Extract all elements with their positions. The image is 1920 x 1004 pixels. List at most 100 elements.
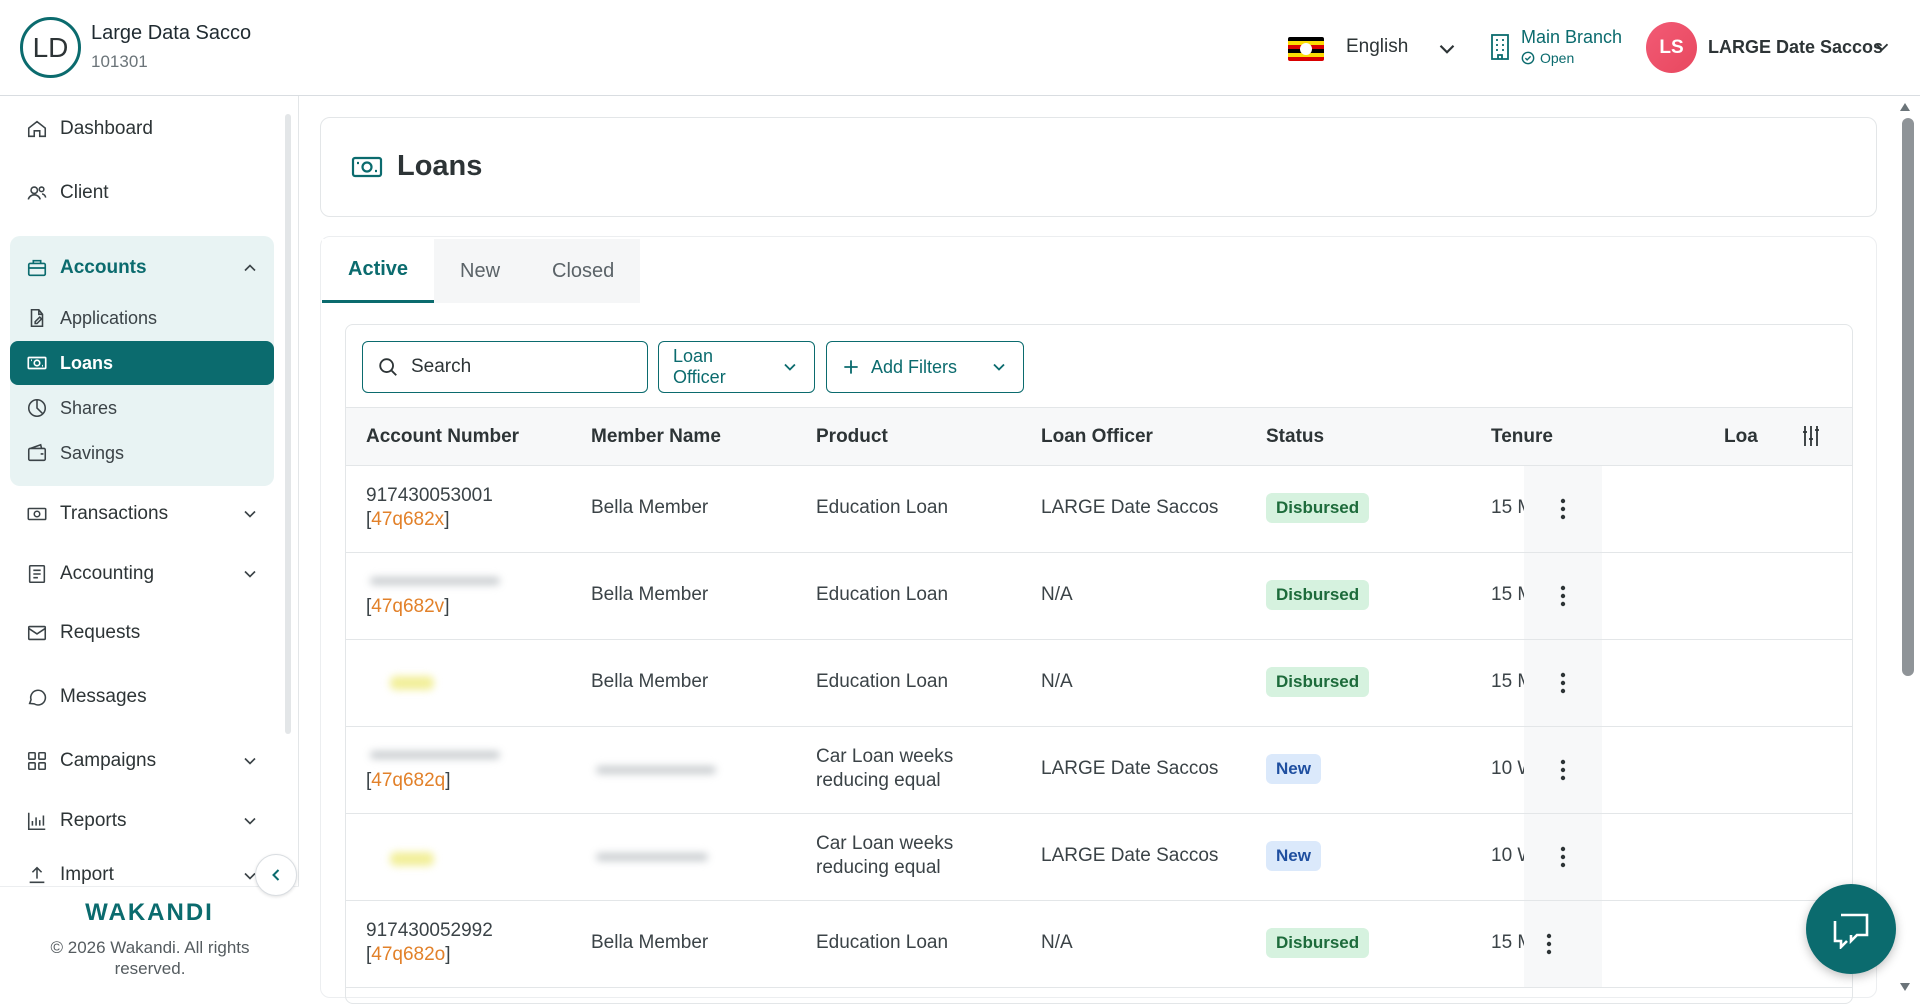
- chevron-down-icon[interactable]: [240, 751, 260, 771]
- sidebar-item-transactions[interactable]: Transactions: [10, 492, 274, 536]
- loans-table: Loan Officer Add Filters Account Number …: [345, 324, 1853, 1004]
- sidebar-item-savings[interactable]: Savings: [10, 431, 274, 475]
- chat-support-button[interactable]: [1806, 884, 1896, 974]
- uganda-flag-icon[interactable]: [1288, 37, 1324, 61]
- org-avatar[interactable]: LD: [20, 17, 81, 78]
- sidebar-item-dashboard[interactable]: Dashboard: [10, 107, 274, 151]
- status-badge: New: [1266, 754, 1321, 784]
- language-selector[interactable]: English: [1346, 36, 1408, 58]
- page-scrollbar-thumb[interactable]: [1902, 118, 1914, 676]
- row-actions-button[interactable]: [1524, 814, 1602, 900]
- loan-officer: N/A: [1041, 584, 1073, 605]
- row-actions-button[interactable]: [1524, 640, 1602, 726]
- sidebar-sub-label: Savings: [60, 442, 125, 463]
- chevron-down-icon[interactable]: [240, 504, 260, 524]
- redacted-account-number: [370, 577, 500, 585]
- redacted-account-ref: [390, 676, 434, 690]
- tab-new[interactable]: New: [434, 239, 527, 303]
- sidebar-item-import[interactable]: Import: [10, 856, 274, 886]
- chat-bubbles-icon: [1833, 913, 1869, 949]
- sidebar-item-label: Campaigns: [60, 750, 157, 771]
- top-bar: LD Large Data Sacco 101301 English Main …: [0, 0, 1920, 96]
- account-ref[interactable]: [47q682x]: [366, 508, 449, 532]
- column-header-product[interactable]: Product: [816, 426, 888, 448]
- sidebar-scrollbar[interactable]: [285, 114, 291, 734]
- redacted-member-name: [596, 853, 708, 861]
- sidebar-item-shares[interactable]: Shares: [10, 386, 274, 430]
- more-vertical-icon: [1560, 846, 1566, 868]
- more-vertical-icon: [1560, 585, 1566, 607]
- table-row[interactable]: Bella Member Education Loan N/A Disburse…: [346, 640, 1852, 727]
- sidebar-item-client[interactable]: Client: [10, 171, 274, 215]
- column-settings-icon[interactable]: [1800, 424, 1822, 448]
- file-edit-icon: [30, 308, 44, 328]
- chevron-down-icon: [784, 363, 796, 371]
- briefcase-icon: [27, 259, 47, 277]
- product: Education Loan: [816, 671, 949, 692]
- chevron-down-icon[interactable]: [240, 811, 260, 831]
- product-line-2: reducing equal: [816, 770, 941, 791]
- column-header-member-name[interactable]: Member Name: [591, 426, 721, 448]
- sidebar-item-label: Requests: [60, 622, 141, 643]
- chevron-down-icon[interactable]: [240, 564, 260, 584]
- column-header-status[interactable]: Status: [1266, 426, 1324, 448]
- account-ref-link[interactable]: 47q682o: [371, 944, 445, 965]
- loans-content-card: Active New Closed Loan Officer Add Filte…: [320, 236, 1877, 1004]
- account-ref-link[interactable]: 47q682v: [371, 596, 444, 617]
- table-row[interactable]: 917430053001 [47q682x] Bella Member Educ…: [346, 466, 1852, 553]
- chevron-up-icon[interactable]: [240, 258, 260, 278]
- user-name[interactable]: LARGE Date Saccos: [1708, 37, 1883, 58]
- collapse-sidebar-button[interactable]: [255, 854, 297, 896]
- scroll-up-icon[interactable]: [1899, 102, 1911, 112]
- table-row[interactable]: [47q682v] Bella Member Education Loan N/…: [346, 553, 1852, 640]
- chat-icon: [28, 689, 47, 706]
- chevron-down-icon[interactable]: [1434, 36, 1460, 62]
- column-header-tenure[interactable]: Tenure: [1491, 426, 1553, 448]
- status-badge: New: [1266, 841, 1321, 871]
- account-ref[interactable]: [47q682o]: [366, 943, 451, 967]
- account-ref[interactable]: [47q682v]: [366, 595, 449, 619]
- product: Car Loan weeks: [816, 833, 954, 854]
- branch-name[interactable]: Main Branch: [1521, 27, 1622, 48]
- home-icon: [27, 120, 47, 138]
- sidebar-item-reports[interactable]: Reports: [10, 799, 274, 843]
- building-icon: [1491, 34, 1509, 60]
- table-row[interactable]: 917430052992 [47q682o] Bella Member Educ…: [346, 901, 1852, 988]
- loan-officer-filter[interactable]: Loan Officer: [658, 341, 815, 393]
- sidebar-item-requests[interactable]: Requests: [10, 611, 274, 655]
- account-ref[interactable]: [47q682q]: [366, 769, 451, 793]
- column-header-loan-truncated[interactable]: Loa: [1724, 426, 1758, 448]
- add-filters-button[interactable]: Add Filters: [826, 341, 1024, 393]
- row-actions-button[interactable]: [1524, 901, 1602, 987]
- row-actions-button[interactable]: [1524, 466, 1602, 552]
- table-row[interactable]: Car Loan weeks reducing equal LARGE Date…: [346, 814, 1852, 901]
- tab-closed[interactable]: Closed: [526, 239, 641, 303]
- filter-bar: Loan Officer Add Filters: [346, 325, 1852, 408]
- column-header-loan-officer[interactable]: Loan Officer: [1041, 426, 1153, 448]
- sidebar-item-accounting[interactable]: Accounting: [10, 552, 274, 596]
- status-badge: Disbursed: [1266, 580, 1370, 610]
- redacted-member-name: [596, 766, 716, 774]
- column-header-account-number[interactable]: Account Number: [366, 426, 519, 448]
- search-input[interactable]: [411, 356, 631, 378]
- sidebar-item-accounts[interactable]: Accounts: [10, 246, 274, 290]
- sidebar-item-loans[interactable]: Loans: [10, 341, 274, 385]
- row-actions-button[interactable]: [1524, 727, 1602, 813]
- sidebar-item-campaigns[interactable]: Campaigns: [10, 739, 274, 783]
- scroll-down-icon[interactable]: [1899, 982, 1911, 992]
- user-avatar[interactable]: LS: [1646, 22, 1697, 73]
- sidebar-item-label: Accounting: [60, 563, 155, 584]
- ledger-icon: [28, 564, 46, 584]
- sidebar-item-label: Reports: [60, 810, 127, 831]
- loan-officer: LARGE Date Saccos: [1041, 497, 1219, 518]
- sidebar-item-applications[interactable]: Applications: [10, 296, 274, 340]
- search-box[interactable]: [362, 341, 648, 393]
- row-actions-button[interactable]: [1524, 553, 1602, 639]
- sidebar-item-messages[interactable]: Messages: [10, 675, 274, 719]
- account-ref-link[interactable]: 47q682x: [371, 509, 444, 530]
- sidebar-item-label: Accounts: [60, 257, 147, 278]
- tab-active[interactable]: Active: [322, 239, 435, 303]
- table-row[interactable]: [47q682q] Car Loan weeks reducing equal …: [346, 727, 1852, 814]
- chevron-down-icon[interactable]: [1871, 36, 1893, 58]
- account-ref-link[interactable]: 47q682q: [371, 770, 445, 791]
